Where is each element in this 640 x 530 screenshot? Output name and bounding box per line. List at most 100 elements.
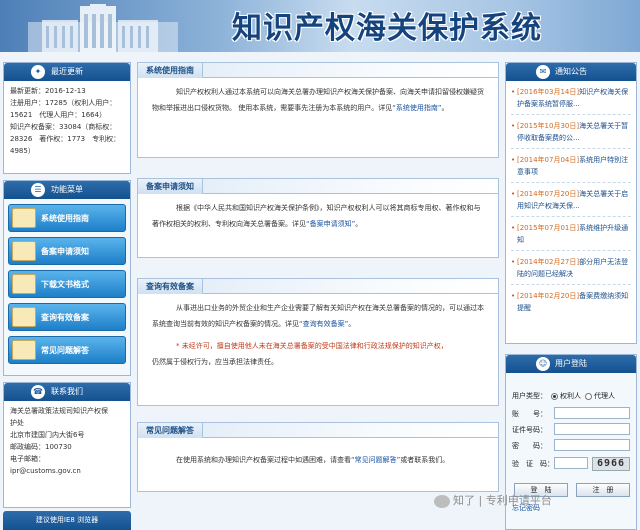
question-icon [12,340,36,360]
notice-item[interactable]: [2014年02月27日]部分用户无法登陆的问题已经解决 [511,251,631,285]
menu-item-label: 备案申请须知 [41,247,89,256]
notice-date: [2015年10月30日] [517,122,580,130]
password-label: 密 码： [512,442,547,450]
account-label: 账 号： [512,410,547,418]
notice-date: [2014年07月20日] [517,190,580,198]
contact-line: 电子邮箱： [10,455,45,463]
contact-email[interactable]: ipr@customs.gov.cn [10,465,124,477]
section-title: 备案申请须知 [138,179,203,194]
section-tail: 或者联系我们。 [400,456,450,464]
section-filing-notice: 备案申请须知 根据《中华人民共和国知识产权海关保护条例》，知识产权权利人可以将其… [137,178,499,258]
captcha-image[interactable]: 6966 [592,457,630,471]
stats-line: 15621 代理人用户：1664） [10,111,107,119]
menu-item-faq[interactable]: 常见问题解答 [8,336,126,364]
stats-heading: 最近更新 [51,67,83,76]
guide-link[interactable]: “系统使用指南” [392,104,441,112]
menu-header: ☰ 功能菜单 [4,181,130,199]
menu-item-label: 常见问题解答 [41,346,89,355]
warning-text: * 未经许可，擅自使用他人未在海关总署备案的受中国法律和行政法规保护的知识产权， [176,342,448,350]
section-title: 查询有效备案 [138,279,203,294]
notice-panel: ✉ 通知公告 [2016年03月14日]知识产权海关保护备案系统暂停服... [… [505,62,637,344]
menu-item-label: 查询有效备案 [41,313,89,322]
menu-item-query-filings[interactable]: 查询有效备案 [8,303,126,331]
menu-item-filing-notice[interactable]: 备案申请须知 [8,237,126,265]
section-body: 在使用系统和办理知识产权备案过程中如遇困难，请查看 [176,456,351,464]
id-number-input[interactable] [554,423,630,435]
stats-line: 28326 著作权：1773 专利权： [10,135,121,143]
agent-radio-label: 代理人 [594,392,615,400]
notice-date: [2015年07月01日] [517,224,580,232]
document-icon [12,241,36,261]
section-query-filings: 查询有效备案 从事进出口业务的外贸企业和生产企业需要了解有关知识产权在海关总署备… [137,278,499,406]
warning-text-2: 仍然属于侵权行为，应当承担法律责任。 [152,358,278,366]
stats-line: 注册用户：17285（权利人用户： [10,99,117,107]
contact-line: 邮政编码：100730 [10,443,72,451]
menu-heading: 功能菜单 [51,185,83,194]
stats-header: ✦ 最近更新 [4,63,130,81]
function-menu: ☰ 功能菜单 系统使用指南 备案申请须知 下载文书格式 查询有效备案 常见问题解… [3,180,131,376]
user-type-label: 用户类型： [512,392,547,400]
section-user-guide: 系统使用指南 知识产权权利人通过本系统可以向海关总署办理知识产权海关保护备案、向… [137,62,499,158]
contact-panel: ☎ 联系我们 海关总署政策法规司知识产权保 护处 北京市建国门内大街6号 邮政编… [3,382,131,508]
notice-item[interactable]: [2014年07月04日]系统用户特别注意事项 [511,149,631,183]
notice-item[interactable]: [2015年07月01日]系统维护升级通知 [511,217,631,251]
notice-heading: 通知公告 [555,67,587,76]
login-header: ☺ 用户登陆 [506,355,636,373]
section-title: 常见问题解答 [138,423,203,438]
owner-radio[interactable] [551,392,558,400]
agent-radio[interactable] [585,392,592,400]
section-faq: 常见问题解答 在使用系统和办理知识产权备案过程中如遇困难，请查看“常见问题解答”… [137,422,499,492]
search-document-icon [12,307,36,327]
refresh-icon: ✦ [31,65,45,79]
faq-link[interactable]: “常见问题解答” [351,456,400,464]
phone-icon: ☎ [31,385,45,399]
section-text: 根据《中华人民共和国知识产权海关保护条例》，知识产权权利人可以将其商标专用权、著… [138,194,498,238]
stats-panel: ✦ 最近更新 最新更新：2016-12-13 注册用户：17285（权利人用户：… [3,62,131,174]
captcha-input[interactable] [554,457,588,469]
contact-line: 北京市建国门内大街6号 [10,431,85,439]
customs-building-image [28,4,178,52]
page-title: 知识产权海关保护系统 [232,11,542,46]
contact-header: ☎ 联系我们 [4,383,130,401]
stats-line: 知识产权备案：33084（商标权： [10,123,117,131]
contact-line: 海关总署政策法规司知识产权保 [10,407,108,415]
notice-item[interactable]: [2016年03月14日]知识产权海关保护备案系统暂停服... [511,81,631,115]
section-warning: * 未经许可，擅自使用他人未在海关总署备案的受中国法律和行政法规保护的知识产权，… [138,338,498,376]
query-filings-link[interactable]: “查询有效备案” [299,320,348,328]
notice-item[interactable]: [2014年07月20日]海关总署关于启用知识产权海关保... [511,183,631,217]
notice-header: ✉ 通知公告 [506,63,636,81]
wechat-icon [434,494,450,508]
notice-date: [2014年07月04日] [517,156,580,164]
section-tail: 。 [348,320,356,328]
menu-item-download-forms[interactable]: 下载文书格式 [8,270,126,298]
user-icon: ☺ [536,357,550,371]
password-input[interactable] [554,439,630,451]
user-type-row: 用户类型： 权利人 代理人 [512,391,615,401]
section-tail: 。 [441,104,449,112]
login-heading: 用户登陆 [555,359,587,368]
notice-item[interactable]: [2015年10月30日]海关总署关于暂停收取备案费的公... [511,115,631,149]
bell-icon: ✉ [536,65,550,79]
wechat-watermark: 知了 | 专利申请平台 [434,491,634,511]
page-header: 知识产权海关保护系统 [0,0,640,52]
book-icon [12,208,36,228]
section-text: 在使用系统和办理知识产权备案过程中如遇困难，请查看“常见问题解答”或者联系我们。 [138,438,498,474]
watermark-text: 知了 | 专利申请平台 [453,494,552,507]
ie8-browser-button[interactable]: 建议使用IE8 浏览器 [3,511,131,530]
notice-date: [2014年02月27日] [517,258,580,266]
notice-item[interactable]: [2014年02月20日]备案费缴纳须知提醒 [511,285,631,318]
notice-date: [2014年02月20日] [517,292,580,300]
filing-notice-link[interactable]: “备案申请须知” [306,220,355,228]
section-text: 知识产权权利人通过本系统可以向海关总署办理知识产权海关保护备案、向海关申请扣留侵… [138,78,498,122]
section-tail: 。 [355,220,363,228]
owner-radio-label: 权利人 [560,392,581,400]
stats-line: 4985） [10,147,35,155]
account-input[interactable] [554,407,630,419]
menu-item-label: 系统使用指南 [41,214,89,223]
stats-line: 最新更新：2016-12-13 [10,87,86,95]
menu-item-user-guide[interactable]: 系统使用指南 [8,204,126,232]
section-text: 从事进出口业务的外贸企业和生产企业需要了解有关知识产权在海关总署备案的情况的，可… [138,294,498,338]
contact-line: 护处 [10,419,24,427]
menu-icon: ☰ [31,183,45,197]
captcha-label: 验 证 码： [512,460,554,468]
